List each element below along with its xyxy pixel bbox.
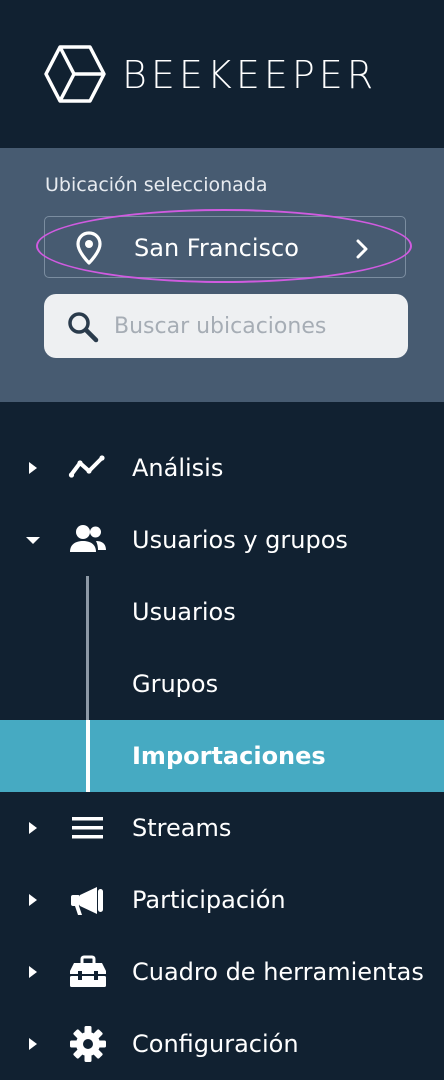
caret-right-icon[interactable] [26, 1037, 40, 1051]
trend-line-icon [68, 455, 105, 478]
nav-label: Usuarios y grupos [132, 526, 348, 554]
nav-label: Configuración [132, 1030, 299, 1058]
caret-right-icon[interactable] [26, 821, 40, 835]
nav-item-configuracion[interactable]: Configuración [0, 1008, 444, 1080]
hexagon-cube-icon [44, 45, 106, 103]
megaphone-icon [71, 887, 103, 915]
subnav-item-importaciones[interactable]: Importaciones [0, 720, 444, 792]
subnav-label: Usuarios [132, 598, 236, 626]
caret-down-icon[interactable] [26, 533, 40, 547]
nav-item-participacion[interactable]: Participación [0, 864, 444, 936]
caret-right-icon[interactable] [26, 893, 40, 907]
subnav-label: Grupos [132, 670, 219, 698]
gear-icon [70, 1026, 106, 1062]
caret-right-icon[interactable] [26, 461, 40, 475]
nav-label: Análisis [132, 454, 224, 482]
nav-item-usuarios-y-grupos[interactable]: Usuarios y grupos [0, 504, 444, 576]
search-icon [68, 312, 99, 343]
active-indicator [86, 720, 90, 792]
location-caption: Ubicación seleccionada [45, 174, 268, 196]
toolbox-icon [70, 955, 106, 987]
nav-label: Streams [132, 814, 232, 842]
hamburger-lines-icon [72, 817, 103, 839]
nav-item-streams[interactable]: Streams [0, 792, 444, 864]
subnav-label: Importaciones [132, 742, 326, 770]
selected-location-name[interactable]: San Francisco [134, 233, 299, 263]
chevron-right-icon[interactable] [352, 237, 372, 261]
nav-label: Cuadro de herramientas [132, 958, 424, 986]
users-icon [70, 525, 106, 552]
map-pin-icon [76, 231, 102, 265]
subnav-item-grupos[interactable]: Grupos [0, 648, 444, 720]
brand-name: BEEKEEPER [122, 53, 378, 97]
caret-right-icon[interactable] [26, 965, 40, 979]
location-search-input[interactable] [114, 309, 394, 343]
nav-label: Participación [132, 886, 286, 914]
subnav-item-usuarios[interactable]: Usuarios [0, 576, 444, 648]
nav-item-analisis[interactable]: Análisis [0, 432, 444, 504]
nav-item-cuadro-de-herramientas[interactable]: Cuadro de herramientas [0, 936, 444, 1008]
